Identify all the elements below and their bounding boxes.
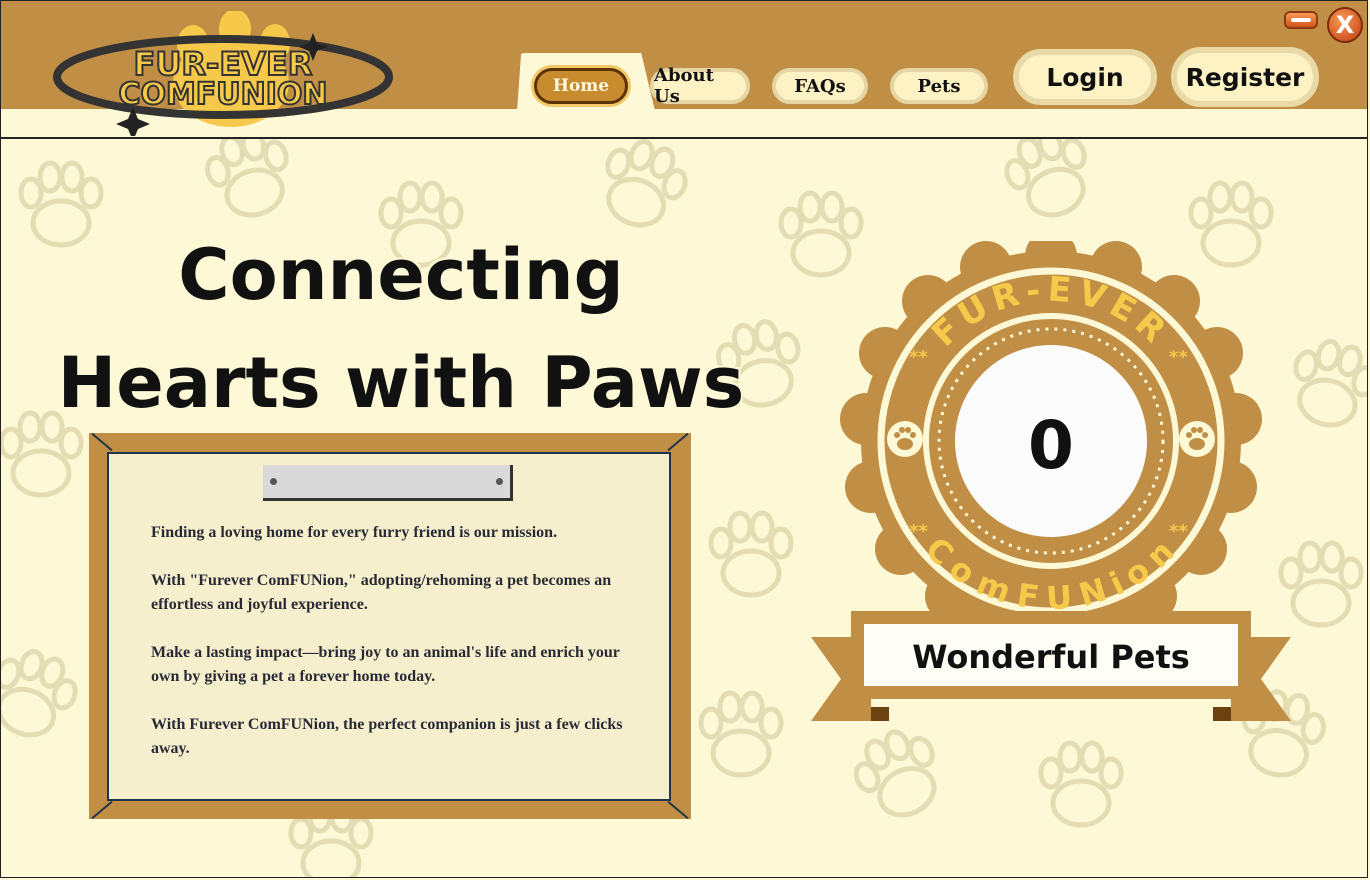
svg-text:**: ** — [1169, 521, 1188, 542]
logo-line2: COMFUNION — [118, 77, 327, 112]
mission-paragraph: With Furever ComFUNion, the perfect comp… — [151, 716, 623, 757]
logo[interactable]: FUR-EVER COMFUNION — [53, 11, 399, 136]
svg-text:**: ** — [909, 521, 928, 542]
mission-text: Finding a loving home for every furry fr… — [151, 521, 651, 785]
nav-home[interactable]: Home — [534, 68, 628, 104]
paw-icon — [887, 421, 923, 457]
board-nameplate — [263, 465, 513, 501]
nav-pets[interactable]: Pets — [890, 68, 988, 104]
minimize-icon[interactable] — [1284, 11, 1318, 29]
svg-text:**: ** — [909, 347, 928, 368]
nav-about-us[interactable]: About Us — [650, 65, 750, 107]
hero-headline: Connecting Hearts with Paws — [41, 221, 761, 437]
login-button[interactable]: Login — [1013, 49, 1157, 105]
mission-paragraph: Make a lasting impact—bring joy to an an… — [151, 644, 620, 685]
close-icon: X — [1335, 11, 1355, 39]
svg-text:**: ** — [1169, 347, 1188, 368]
mission-paragraph: With "Furever ComFUNion," adopting/rehom… — [151, 572, 612, 613]
hero-line1: Connecting — [178, 234, 624, 316]
paw-icon — [1179, 421, 1215, 457]
app-window: FUR-EVER COMFUNION Home About Us FAQs Pe… — [0, 0, 1368, 878]
hero-line2: Hearts with Paws — [57, 342, 745, 424]
pet-count-label: Wonderful Pets — [912, 638, 1190, 676]
pet-count-value: 0 — [1028, 407, 1074, 484]
mission-paragraph: Finding a loving home for every furry fr… — [151, 524, 558, 541]
nav-faqs[interactable]: FAQs — [772, 68, 868, 104]
register-button[interactable]: Register — [1171, 47, 1319, 107]
close-button[interactable]: X — [1327, 7, 1363, 43]
